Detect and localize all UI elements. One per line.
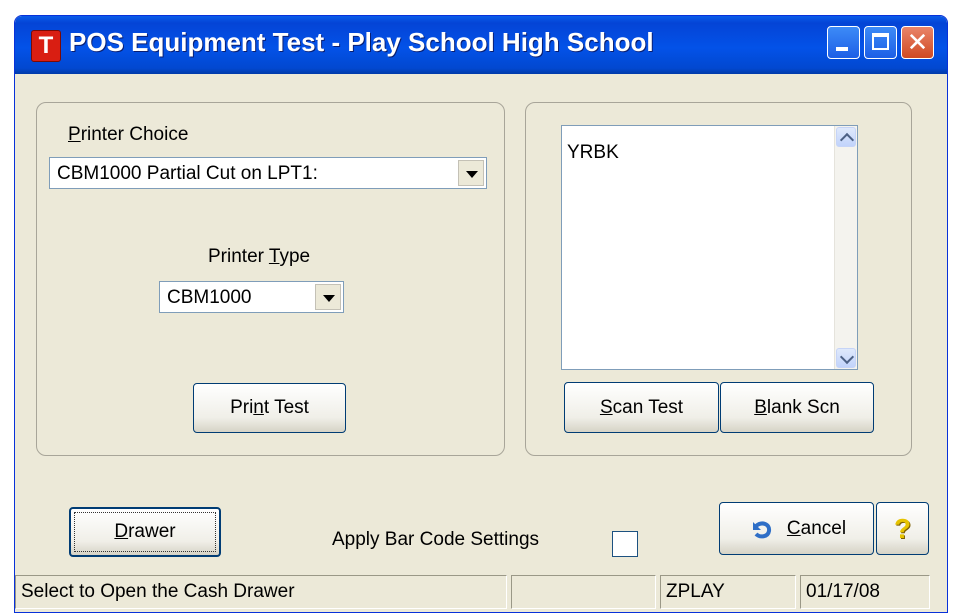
list-item: YRBK — [567, 142, 619, 163]
close-button[interactable]: ✕ — [901, 26, 934, 59]
chevron-down-icon — [839, 349, 855, 365]
help-button[interactable]: ? — [876, 502, 929, 555]
printer-type-select[interactable]: CBM1000 — [159, 281, 344, 313]
apply-barcode-checkbox[interactable] — [612, 531, 638, 557]
status-date: 01/17/08 — [800, 575, 930, 609]
printer-type-pre: Printer — [208, 246, 269, 267]
print-test-label: Print Test — [230, 397, 309, 418]
printer-choice-label: Printer Choice — [68, 124, 188, 146]
scan-test-label: Scan Test — [599, 396, 684, 418]
help-icon: ? — [893, 512, 912, 544]
vertical-scrollbar[interactable] — [834, 126, 857, 369]
status-user: ZPLAY — [660, 575, 796, 609]
cancel-button[interactable]: Cancel — [719, 502, 874, 555]
status-bar: Select to Open the Cash Drawer ZPLAY 01/… — [15, 573, 947, 612]
app-icon: T — [31, 30, 61, 62]
printer-choice-rest: rinter Choice — [80, 124, 189, 145]
apply-barcode-label: Apply Bar Code Settings — [332, 529, 540, 550]
scroll-down-button[interactable] — [836, 348, 856, 368]
printer-type-rest: ype — [279, 246, 311, 267]
dialog-window: T POS Equipment Test - Play School High … — [14, 15, 948, 613]
scroll-up-button[interactable] — [836, 127, 856, 148]
printer-choice-select[interactable]: CBM1000 Partial Cut on LPT1: — [49, 157, 487, 189]
printer-type-value: CBM1000 — [167, 287, 252, 308]
drawer-button[interactable]: Drawer — [69, 507, 221, 557]
status-message: Select to Open the Cash Drawer — [15, 575, 507, 609]
printer-choice-mnemonic: P — [68, 124, 81, 145]
maximize-icon — [872, 33, 889, 50]
scan-test-button[interactable]: Scan Test — [564, 382, 719, 433]
drawer-label: Drawer — [114, 521, 176, 542]
close-icon: ✕ — [906, 27, 929, 57]
print-test-button[interactable]: Print Test — [193, 383, 346, 433]
blank-scn-label: Blank Scn — [754, 396, 840, 418]
printer-type-label: Printer Type — [208, 246, 310, 268]
chevron-down-icon — [466, 171, 478, 178]
minimize-icon — [836, 47, 848, 51]
cancel-label-wrap: Cancel — [720, 517, 873, 539]
maximize-button[interactable] — [864, 26, 897, 59]
blank-scn-button[interactable]: Blank Scn — [720, 382, 874, 433]
undo-icon — [752, 521, 771, 538]
status-blank-panel — [511, 575, 656, 609]
printer-type-mnemonic: T — [268, 246, 280, 267]
printer-choice-dropdown-button[interactable] — [458, 160, 484, 186]
chevron-up-icon — [839, 132, 855, 148]
minimize-button[interactable] — [827, 26, 860, 59]
title-bar[interactable]: T POS Equipment Test - Play School High … — [15, 16, 947, 74]
printer-choice-value: CBM1000 Partial Cut on LPT1: — [57, 163, 318, 184]
chevron-down-icon — [323, 295, 335, 302]
window-title: POS Equipment Test - Play School High Sc… — [69, 27, 654, 57]
printer-type-dropdown-button[interactable] — [315, 284, 341, 310]
scan-results-list[interactable]: YRBK — [561, 125, 858, 370]
